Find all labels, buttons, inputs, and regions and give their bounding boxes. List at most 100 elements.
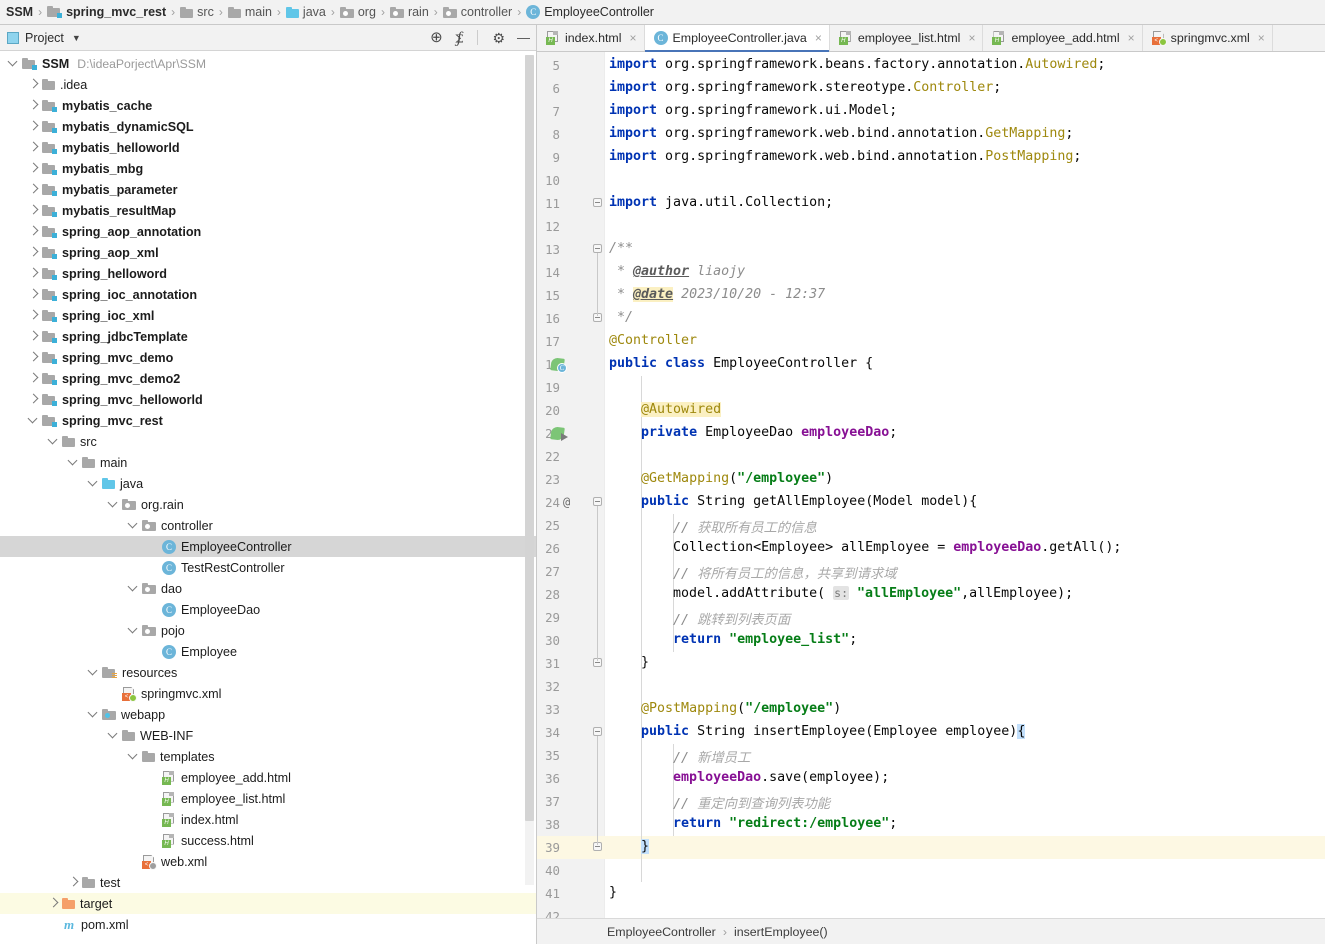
tree-node-src[interactable]: src <box>0 431 536 452</box>
editor-gutter[interactable]: 5678910111213141516171819202122232425262… <box>537 52 605 918</box>
settings-gear-icon[interactable]: ⚙ <box>492 31 505 45</box>
tree-node-employeecontroller[interactable]: CEmployeeController <box>0 536 536 557</box>
tree-node-employee[interactable]: CEmployee <box>0 641 536 662</box>
chevron-down-icon[interactable] <box>108 499 119 510</box>
chevron-down-icon[interactable] <box>48 436 59 447</box>
chevron-down-icon[interactable] <box>128 520 139 531</box>
code-line[interactable]: public class EmployeeController { <box>609 356 873 371</box>
chevron-down-icon[interactable] <box>88 709 99 720</box>
code-folding-handle[interactable] <box>593 497 604 508</box>
collapse-all-icon[interactable]: ⨋ <box>455 31 464 45</box>
close-icon[interactable]: × <box>1128 31 1135 45</box>
close-icon[interactable]: × <box>629 31 636 45</box>
editor-tab-employee-list-html[interactable]: Hemployee_list.html× <box>830 25 984 51</box>
breadcrumb-item-src[interactable]: src <box>180 5 214 19</box>
code-line[interactable]: import org.springframework.stereotype.Co… <box>609 80 1001 95</box>
editor-tab-springmvc-xml[interactable]: <springmvc.xml× <box>1143 25 1273 51</box>
tree-node-spring-ioc-xml[interactable]: spring_ioc_xml <box>0 305 536 326</box>
tree-node-web-xml[interactable]: <web.xml <box>0 851 536 872</box>
tree-node-employeedao[interactable]: CEmployeeDao <box>0 599 536 620</box>
code-line[interactable]: return "redirect:/employee"; <box>609 816 897 831</box>
code-line[interactable]: import org.springframework.ui.Model; <box>609 103 897 118</box>
hide-panel-icon[interactable]: — <box>517 31 530 44</box>
tree-node-index-html[interactable]: Hindex.html <box>0 809 536 830</box>
code-folding-handle[interactable] <box>593 198 604 209</box>
code-line[interactable]: import org.springframework.web.bind.anno… <box>609 149 1081 164</box>
tree-node-spring-aop-annotation[interactable]: spring_aop_annotation <box>0 221 536 242</box>
tree-node-main[interactable]: main <box>0 452 536 473</box>
tree-node-success-html[interactable]: Hsuccess.html <box>0 830 536 851</box>
code-folding-handle[interactable] <box>593 658 604 669</box>
breadcrumb-item-spring-mvc-rest[interactable]: spring_mvc_rest <box>47 5 166 19</box>
chevron-right-icon[interactable] <box>28 373 39 384</box>
tree-node-resources[interactable]: resources <box>0 662 536 683</box>
tree-node-spring-mvc-demo[interactable]: spring_mvc_demo <box>0 347 536 368</box>
tree-node-testrestcontroller[interactable]: CTestRestController <box>0 557 536 578</box>
code-line[interactable]: @GetMapping("/employee") <box>609 471 833 486</box>
code-folding-handle[interactable] <box>593 727 604 738</box>
code-folding-handle[interactable] <box>593 244 604 255</box>
chevron-down-icon[interactable] <box>108 730 119 741</box>
tree-node-webapp[interactable]: webapp <box>0 704 536 725</box>
tree-node-target[interactable]: target <box>0 893 536 914</box>
tree-node-employee-list-html[interactable]: Hemployee_list.html <box>0 788 536 809</box>
code-line[interactable]: } <box>609 655 649 670</box>
chevron-right-icon[interactable] <box>28 184 39 195</box>
tree-node-springmvc-xml[interactable]: <springmvc.xml <box>0 683 536 704</box>
breadcrumb-item-org[interactable]: org <box>340 5 376 19</box>
tree-node-mybatis-mbg[interactable]: mybatis_mbg <box>0 158 536 179</box>
code-line[interactable]: // 获取所有员工的信息 <box>609 517 817 536</box>
select-opened-file-icon[interactable]: ⊕ <box>430 30 443 45</box>
code-line[interactable]: /** <box>609 241 633 256</box>
chevron-down-icon[interactable] <box>8 58 19 69</box>
chevron-right-icon[interactable] <box>28 352 39 363</box>
chevron-down-icon[interactable] <box>128 625 139 636</box>
breadcrumb-item-controller[interactable]: controller <box>443 5 512 19</box>
tree-node-test[interactable]: test <box>0 872 536 893</box>
code-line[interactable]: import org.springframework.beans.factory… <box>609 57 1105 72</box>
chevron-right-icon[interactable] <box>28 100 39 111</box>
chevron-right-icon[interactable] <box>48 898 59 909</box>
tree-node-ssm[interactable]: SSMD:\ideaPorject\Apr\SSM <box>0 53 536 74</box>
close-icon[interactable]: × <box>968 31 975 45</box>
code-line[interactable]: * @date 2023/10/20 - 12:37 <box>609 287 825 302</box>
editor-tab-employee-add-html[interactable]: Hemployee_add.html× <box>983 25 1142 51</box>
tree-node-mybatis-helloworld[interactable]: mybatis_helloworld <box>0 137 536 158</box>
editor-tab-employeecontroller-java[interactable]: CEmployeeController.java× <box>645 25 830 51</box>
code-editor[interactable]: 5678910111213141516171819202122232425262… <box>537 52 1325 918</box>
code-line[interactable]: // 将所有员工的信息，共享到请求域 <box>609 563 897 582</box>
breadcrumb-item-rain[interactable]: rain <box>390 5 429 19</box>
status-class-name[interactable]: EmployeeController <box>607 925 716 939</box>
chevron-right-icon[interactable] <box>28 205 39 216</box>
chevron-right-icon[interactable] <box>28 226 39 237</box>
code-folding-handle[interactable] <box>593 313 604 324</box>
chevron-right-icon[interactable] <box>28 289 39 300</box>
code-line[interactable]: Collection<Employee> allEmployee = emplo… <box>609 540 1121 555</box>
code-line[interactable]: import org.springframework.web.bind.anno… <box>609 126 1073 141</box>
tree-node-mybatis-dynamicsql[interactable]: mybatis_dynamicSQL <box>0 116 536 137</box>
breadcrumb-item-main[interactable]: main <box>228 5 272 19</box>
chevron-right-icon[interactable] <box>28 79 39 90</box>
breadcrumb-item-java[interactable]: java <box>286 5 326 19</box>
project-title-dropdown[interactable]: Project ▼ <box>7 31 81 45</box>
chevron-right-icon[interactable] <box>28 121 39 132</box>
tree-node-idea[interactable]: .idea <box>0 74 536 95</box>
tree-node-web-inf[interactable]: WEB-INF <box>0 725 536 746</box>
chevron-down-icon[interactable] <box>28 415 39 426</box>
chevron-down-icon[interactable] <box>88 667 99 678</box>
chevron-right-icon[interactable] <box>28 331 39 342</box>
code-line[interactable]: import java.util.Collection; <box>609 195 833 210</box>
tree-node-pojo[interactable]: pojo <box>0 620 536 641</box>
project-tree-scrollbar-thumb[interactable] <box>525 55 534 821</box>
code-line[interactable]: // 新增员工 <box>609 747 750 766</box>
tree-node-pom-xml[interactable]: mpom.xml <box>0 914 536 935</box>
tree-node-spring-mvc-rest[interactable]: spring_mvc_rest <box>0 410 536 431</box>
chevron-right-icon[interactable] <box>28 394 39 405</box>
code-line[interactable]: private EmployeeDao employeeDao; <box>609 425 897 440</box>
status-method-name[interactable]: insertEmployee() <box>734 925 828 939</box>
code-line[interactable]: public String getAllEmployee(Model model… <box>609 494 977 509</box>
tree-node-mybatis-cache[interactable]: mybatis_cache <box>0 95 536 116</box>
code-line[interactable]: employeeDao.save(employee); <box>609 770 889 785</box>
tree-node-employee-add-html[interactable]: Hemployee_add.html <box>0 767 536 788</box>
code-line[interactable]: // 跳转到列表页面 <box>609 609 790 628</box>
